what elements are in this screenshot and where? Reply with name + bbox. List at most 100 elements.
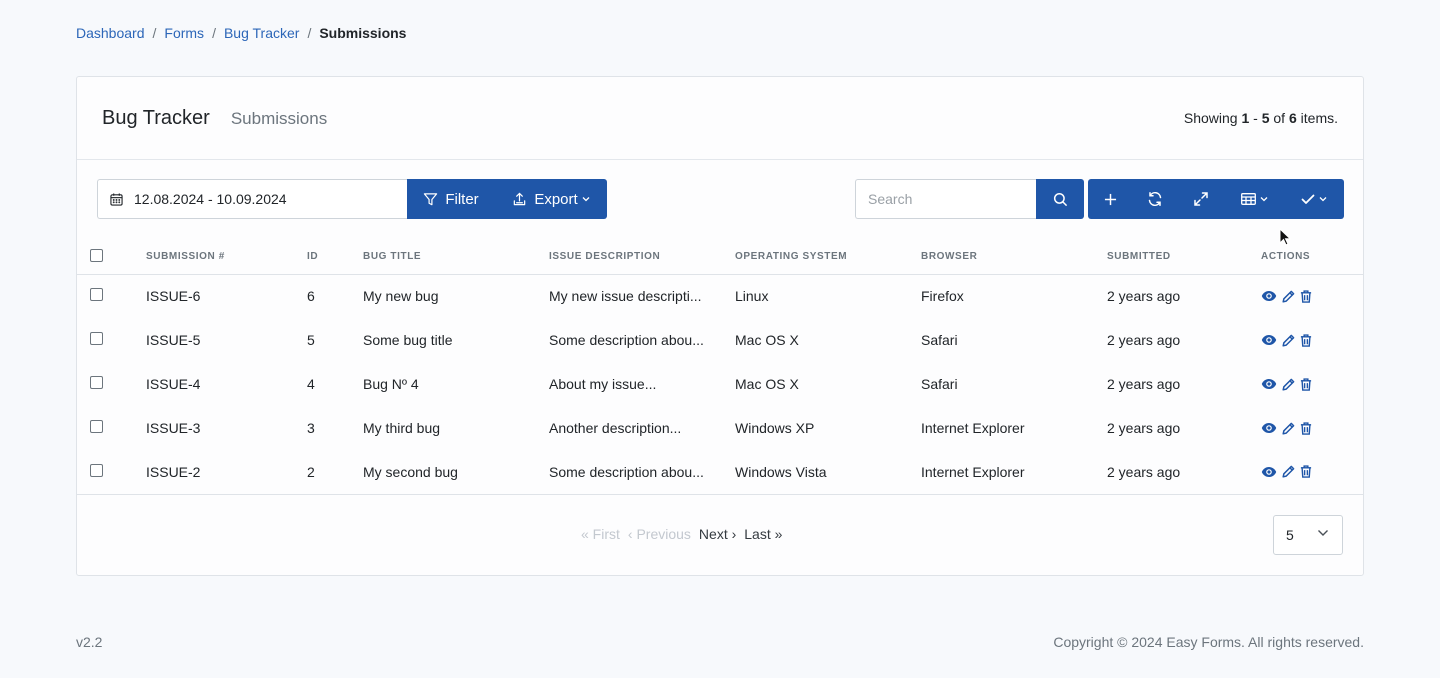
eye-icon[interactable] (1261, 466, 1277, 478)
trash-icon[interactable] (1300, 421, 1312, 435)
row-actions (1261, 421, 1363, 435)
copyright: Copyright © 2024 Easy Forms. All rights … (1053, 634, 1364, 650)
table-row[interactable]: ISSUE-5 5 Some bug title Some description a… (77, 318, 1363, 362)
pencil-icon[interactable] (1282, 378, 1295, 391)
row-checkbox[interactable] (90, 288, 103, 302)
column-header-operating-system[interactable]: Operating System (735, 240, 921, 275)
bug-title-cell: Some bug title (363, 332, 453, 348)
description-cell: My new issue descripti... (549, 288, 702, 305)
export-button[interactable]: Export (495, 179, 607, 219)
submission-cell: ISSUE-6 (146, 288, 201, 305)
breadcrumb-separator: / (212, 25, 216, 41)
row-select-cell (77, 274, 146, 318)
row-checkbox[interactable] (90, 376, 103, 389)
pagination: « First ‹ Previous Next › Last » (581, 526, 782, 542)
row-actions (1261, 290, 1363, 303)
description-cell: Some description abou... (549, 450, 735, 495)
search-input[interactable] (855, 179, 1037, 219)
date-range-picker[interactable]: 12.08.2024 - 10.09.2024 (97, 179, 408, 219)
column-header-issue-description[interactable]: Issue Description (549, 240, 735, 275)
pagination-previous: ‹ Previous (627, 526, 691, 542)
page-size-select[interactable]: 5 (1273, 515, 1343, 555)
trash-icon[interactable] (1300, 290, 1312, 303)
column-header-browser[interactable]: Browser (921, 240, 1107, 275)
pagination-first: « First (581, 526, 620, 542)
column-header-bug-title[interactable]: Bug Title (363, 240, 549, 275)
add-button[interactable] (1088, 179, 1132, 219)
eye-icon[interactable] (1261, 422, 1277, 434)
os-cell: Mac OS X (735, 376, 799, 392)
submissions-table: Submission # ID Bug Title Issue Descript… (77, 240, 1363, 495)
os-cell: Mac OS X (735, 332, 799, 348)
os-cell: Windows XP (735, 420, 815, 436)
eye-icon[interactable] (1261, 378, 1277, 390)
os-cell: Linux (735, 288, 769, 305)
table-row[interactable]: ISSUE-2 2 My second bug Some description ab… (77, 450, 1363, 495)
submission-cell: ISSUE-4 (146, 376, 201, 392)
id-cell: 2 (307, 450, 363, 495)
trash-icon[interactable] (1300, 465, 1312, 479)
breadcrumb-dashboard[interactable]: Dashboard (76, 25, 145, 41)
breadcrumb-separator: / (152, 25, 157, 41)
breadcrumb-bug-tracker[interactable]: Bug Tracker (224, 25, 299, 41)
pagination-next[interactable]: Next › (699, 526, 736, 542)
breadcrumb-forms[interactable]: Forms (164, 25, 204, 41)
page-size-value: 5 (1286, 527, 1294, 543)
row-select-cell (77, 318, 146, 362)
select-all-cell (77, 240, 146, 275)
pagination-last[interactable]: Last » (744, 526, 782, 542)
summary-total: 6 (1288, 110, 1297, 126)
summary-suffix: items. (1300, 110, 1338, 126)
fullscreen-button[interactable] (1178, 179, 1224, 219)
summary-of: of (1273, 110, 1286, 126)
submitted-cell: 2 years ago (1107, 420, 1181, 436)
column-header-id[interactable]: ID (307, 240, 363, 275)
summary-from: 1 (1241, 110, 1250, 126)
bug-title-cell: Bug Nº 4 (363, 376, 419, 392)
bug-title-cell: My third bug (363, 420, 441, 436)
submissions-card: Bug Tracker Submissions Showing 1 - 5 of… (76, 76, 1364, 576)
refresh-button[interactable] (1132, 179, 1178, 219)
description-cell: Another description... (549, 420, 682, 436)
mouse-cursor-icon (1279, 227, 1292, 249)
search-button[interactable] (1036, 179, 1084, 219)
toolbar: 12.08.2024 - 10.09.2024 Filter Export Se… (97, 179, 1344, 219)
row-checkbox[interactable] (90, 463, 103, 477)
trash-icon[interactable] (1300, 333, 1312, 347)
table-row[interactable]: ISSUE-6 6 My new bug My new issue descripti… (77, 274, 1363, 318)
pencil-icon[interactable] (1282, 465, 1295, 478)
row-select-cell (77, 362, 146, 406)
browser-cell: Safari (921, 332, 958, 348)
breadcrumb-separator: / (307, 25, 312, 41)
table-row[interactable]: ISSUE-3 3 My third bug Another description.… (77, 406, 1363, 450)
export-icon (512, 192, 527, 207)
columns-button[interactable] (1224, 179, 1284, 219)
submitted-cell: 2 years ago (1107, 332, 1181, 348)
eye-icon[interactable] (1261, 334, 1277, 346)
eye-icon[interactable] (1261, 290, 1277, 302)
description-cell: Some description abou... (549, 332, 704, 348)
pencil-icon[interactable] (1282, 290, 1295, 303)
row-checkbox[interactable] (90, 420, 103, 433)
column-header-submission[interactable]: Submission # (146, 240, 307, 275)
pencil-icon[interactable] (1282, 422, 1295, 435)
plus-icon (1104, 193, 1117, 206)
trash-icon[interactable] (1300, 377, 1312, 391)
pencil-icon[interactable] (1282, 334, 1295, 347)
refresh-icon (1147, 191, 1163, 207)
actions-cell (1261, 450, 1363, 495)
bulk-actions-button[interactable] (1284, 179, 1344, 219)
actions-cell (1261, 362, 1363, 406)
column-header-submitted[interactable]: Submitted (1107, 240, 1261, 275)
id-cell: 4 (307, 376, 315, 392)
row-checkbox[interactable] (90, 332, 103, 345)
chevron-down-icon (1317, 529, 1329, 537)
submitted-cell: 2 years ago (1107, 450, 1261, 495)
table-row[interactable]: ISSUE-4 4 Bug Nº 4 About my issue... Mac OS … (77, 362, 1363, 406)
select-all-checkbox[interactable] (90, 248, 103, 262)
summary-prefix: Showing (1183, 110, 1238, 126)
card-header: Bug Tracker Submissions Showing 1 - 5 of… (77, 77, 1363, 160)
table-columns-icon (1240, 193, 1256, 205)
filter-button[interactable]: Filter (407, 179, 495, 219)
filter-label: Filter (445, 190, 479, 208)
